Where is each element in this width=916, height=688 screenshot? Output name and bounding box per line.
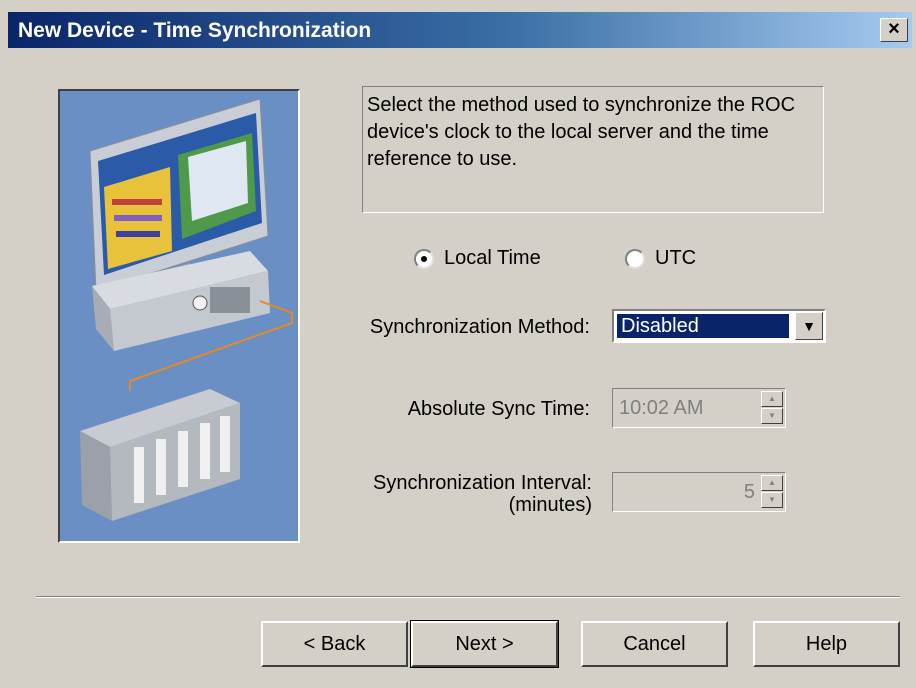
radio-selected-icon[interactable] bbox=[414, 248, 434, 269]
spin-down-icon[interactable]: ▼ bbox=[761, 492, 783, 508]
utc-label: UTC bbox=[655, 247, 697, 269]
close-button[interactable]: × bbox=[880, 18, 908, 42]
utc-radio[interactable]: UTC bbox=[625, 247, 696, 270]
sync-interval-label: Synchronization Interval: (minutes) bbox=[340, 472, 592, 516]
separator bbox=[36, 596, 900, 598]
description-box: Select the method used to synchronize th… bbox=[362, 86, 824, 213]
next-button[interactable]: Next > bbox=[410, 620, 559, 668]
absolute-sync-time-value: 10:02 AM bbox=[619, 397, 704, 419]
back-button[interactable]: < Back bbox=[261, 621, 408, 667]
sync-interval-spinner[interactable]: 5 ▲ ▼ bbox=[612, 472, 786, 512]
absolute-sync-time-spinner[interactable]: 10:02 AM ▲ ▼ bbox=[612, 388, 786, 428]
local-time-label: Local Time bbox=[444, 247, 541, 269]
cancel-button[interactable]: Cancel bbox=[581, 621, 728, 667]
sync-method-dropdown[interactable]: Disabled ▼ bbox=[612, 309, 826, 343]
sync-method-value: Disabled bbox=[616, 313, 790, 339]
sync-interval-value: 5 bbox=[743, 481, 755, 503]
spin-up-icon[interactable]: ▲ bbox=[761, 391, 783, 407]
spinner-buttons[interactable]: ▲ ▼ bbox=[761, 391, 783, 425]
help-button[interactable]: Help bbox=[753, 621, 900, 667]
radio-unselected-icon[interactable] bbox=[625, 248, 645, 269]
sync-interval-label-line2: (minutes) bbox=[508, 494, 592, 516]
local-time-radio[interactable]: Local Time bbox=[414, 247, 541, 270]
sync-interval-label-line1: Synchronization Interval: bbox=[372, 472, 592, 494]
window-title: New Device - Time Synchronization bbox=[18, 19, 372, 42]
device-illustration bbox=[58, 89, 300, 543]
sync-method-label: Synchronization Method: bbox=[369, 316, 590, 338]
computer-plc-illustration-icon bbox=[60, 91, 298, 541]
spin-up-icon[interactable]: ▲ bbox=[761, 475, 783, 491]
spin-down-icon[interactable]: ▼ bbox=[761, 408, 783, 424]
title-bar[interactable]: New Device - Time Synchronization × bbox=[8, 12, 912, 48]
spinner-buttons[interactable]: ▲ ▼ bbox=[761, 475, 783, 509]
chevron-down-icon[interactable]: ▼ bbox=[795, 312, 823, 340]
dialog-window: New Device - Time Synchronization × Sele… bbox=[0, 0, 916, 688]
absolute-sync-time-label: Absolute Sync Time: bbox=[407, 398, 590, 420]
